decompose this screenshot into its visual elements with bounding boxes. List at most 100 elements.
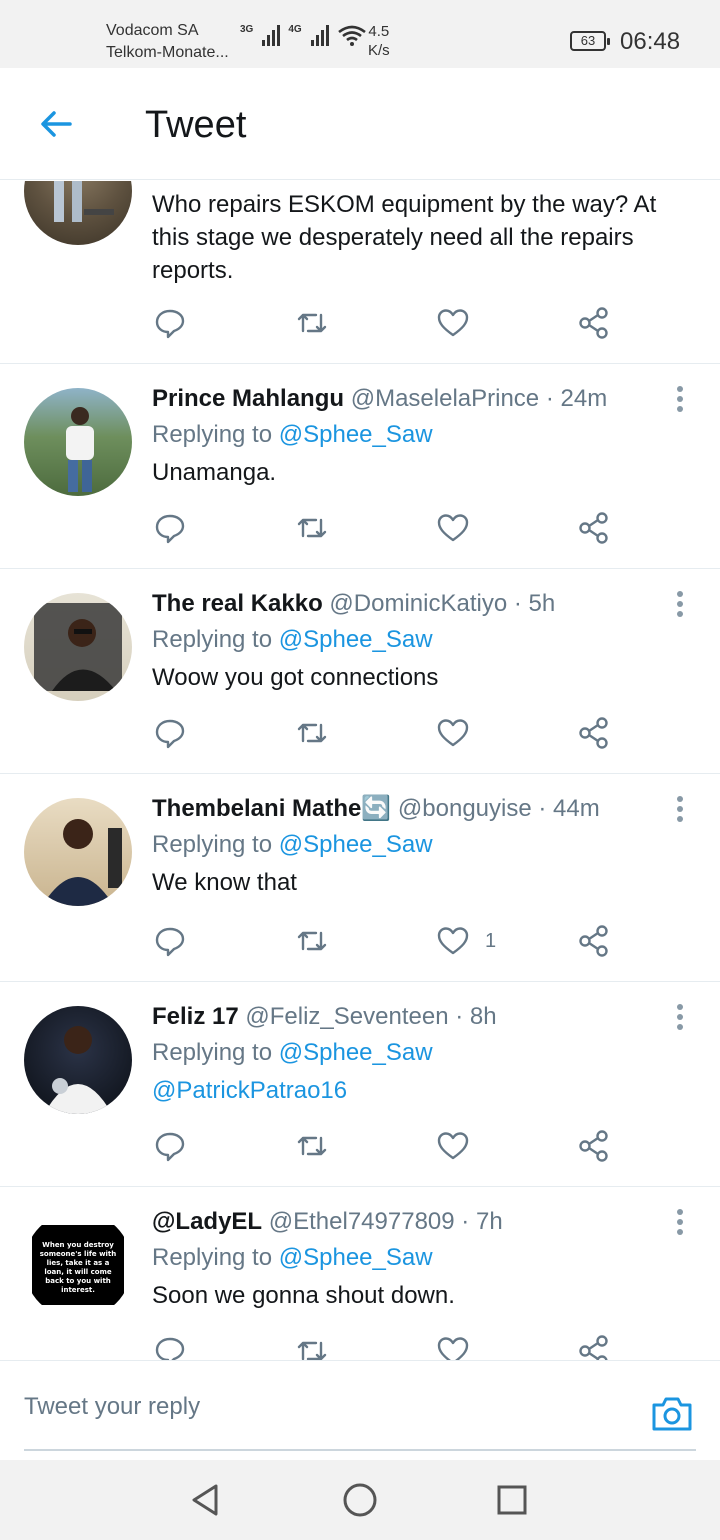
- reply-button[interactable]: [152, 303, 188, 343]
- reply-button[interactable]: [152, 713, 188, 753]
- timestamp: 5h: [528, 590, 556, 617]
- share-button[interactable]: [576, 921, 612, 961]
- timestamp: 8h: [469, 1003, 497, 1030]
- share-button[interactable]: [576, 303, 612, 343]
- retweet-button[interactable]: [294, 508, 330, 548]
- share-button[interactable]: [576, 1331, 612, 1360]
- camera-icon: [652, 1397, 692, 1431]
- reply-input[interactable]: [24, 1383, 624, 1431]
- nav-back-button[interactable]: [186, 1480, 226, 1520]
- retweet-button[interactable]: [294, 713, 330, 753]
- avatar[interactable]: When you destroy someone's life with lie…: [24, 1211, 132, 1319]
- back-button[interactable]: [36, 104, 76, 144]
- tweet-item[interactable]: Prince Mahlangu @MaselelaPrince · 24m Re…: [0, 364, 720, 569]
- avatar[interactable]: [24, 181, 132, 245]
- more-options-button[interactable]: [674, 1004, 686, 1032]
- like-button[interactable]: [435, 1126, 471, 1166]
- back-triangle-icon: [192, 1484, 218, 1516]
- like-icon: [437, 927, 469, 955]
- tweet-mention-link[interactable]: @PatrickPatrao16: [152, 1074, 660, 1107]
- tweet-item[interactable]: The real Kakko @DominicKatiyo · 5h Reply…: [0, 569, 720, 774]
- speed-unit: K/s: [368, 42, 390, 59]
- mention-link[interactable]: @Sphee_Saw: [279, 421, 433, 448]
- signal-bars-icon: [262, 24, 281, 46]
- retweet-button[interactable]: [294, 303, 330, 343]
- reply-button[interactable]: [152, 1126, 188, 1166]
- reply-button[interactable]: [152, 1331, 188, 1360]
- author-handle[interactable]: @DominicKatiyo: [329, 590, 507, 617]
- like-button[interactable]: [435, 713, 471, 753]
- like-button[interactable]: 1: [435, 921, 496, 961]
- author-handle[interactable]: @Ethel74977809: [269, 1208, 455, 1235]
- mention-link[interactable]: @Sphee_Saw: [279, 626, 433, 653]
- avatar[interactable]: [24, 593, 132, 701]
- share-button[interactable]: [576, 508, 612, 548]
- like-icon: [437, 1132, 469, 1160]
- clock: 06:48: [620, 28, 681, 55]
- like-button[interactable]: [435, 1331, 471, 1360]
- tweet-item[interactable]: Thembelani Mathe🔄 @bonguyise · 44m Reply…: [0, 774, 720, 982]
- author-name[interactable]: Thembelani Mathe🔄: [152, 795, 391, 822]
- tweet-text: Soon we gonna shout down.: [152, 1282, 455, 1309]
- tweet-item[interactable]: Who repairs ESKOM equipment by the way? …: [0, 181, 720, 364]
- retweet-button[interactable]: [294, 1126, 330, 1166]
- more-options-button[interactable]: [674, 1209, 686, 1237]
- like-button[interactable]: [435, 303, 471, 343]
- camera-button[interactable]: [650, 1391, 694, 1435]
- author-name[interactable]: Prince Mahlangu: [152, 385, 344, 412]
- like-count: 1: [485, 929, 497, 952]
- author-handle[interactable]: @bonguyise: [398, 795, 532, 822]
- like-button[interactable]: [435, 508, 471, 548]
- tweet-text: Woow you got connections: [152, 664, 439, 691]
- tweet-item[interactable]: When you destroy someone's life with lie…: [0, 1187, 720, 1360]
- retweet-icon: [297, 931, 327, 951]
- retweet-button[interactable]: [294, 921, 330, 961]
- author-handle[interactable]: @Feliz_Seventeen: [245, 1003, 448, 1030]
- retweet-button[interactable]: [294, 1331, 330, 1360]
- retweet-icon: [297, 313, 327, 333]
- avatar-photo: [54, 181, 114, 222]
- avatar[interactable]: [24, 798, 132, 906]
- avatar[interactable]: [24, 388, 132, 496]
- replying-to-label: Replying to: [152, 1244, 273, 1271]
- reply-icon: [155, 514, 185, 544]
- retweet-icon: [297, 518, 327, 538]
- more-options-button[interactable]: [674, 591, 686, 619]
- author-name[interactable]: @LadyEL: [152, 1208, 262, 1235]
- tweet-actions: [152, 508, 622, 548]
- share-icon: [579, 925, 608, 957]
- network-type-3g: 3G: [240, 24, 254, 35]
- like-icon: [437, 719, 469, 747]
- replying-to-label: Replying to: [152, 421, 273, 448]
- battery-icon: 63: [570, 31, 610, 51]
- tweet-header: The real Kakko @DominicKatiyo · 5h: [152, 588, 660, 620]
- signal-bars-icon: [310, 24, 329, 46]
- share-button[interactable]: [576, 1126, 612, 1166]
- avatar-photo: [66, 407, 94, 492]
- nav-home-button[interactable]: [340, 1480, 380, 1520]
- replying-to: Replying to @Sphee_Saw: [152, 624, 660, 656]
- mention-link[interactable]: @Sphee_Saw: [279, 831, 433, 858]
- share-button[interactable]: [576, 713, 612, 753]
- reply-icon: [155, 719, 185, 749]
- mention-link[interactable]: @Sphee_Saw: [279, 1244, 433, 1271]
- separator-dot: ·: [461, 1208, 470, 1235]
- author-name[interactable]: The real Kakko: [152, 590, 323, 617]
- status-bar: Vodacom SA Telkom-Monate... 3G 4G 4.5 K/…: [0, 0, 720, 68]
- replying-to: Replying to @Sphee_Saw: [152, 1242, 660, 1274]
- more-options-button[interactable]: [674, 796, 686, 824]
- tweet-item[interactable]: Feliz 17 @Feliz_Seventeen · 8h Replying …: [0, 982, 720, 1187]
- tweet-feed[interactable]: Who repairs ESKOM equipment by the way? …: [0, 181, 720, 1360]
- author-name[interactable]: Feliz 17: [152, 1003, 239, 1030]
- avatar[interactable]: [24, 1006, 132, 1114]
- author-handle[interactable]: @MaselelaPrince: [351, 385, 539, 412]
- speed-value: 4.5: [368, 23, 390, 40]
- more-options-button[interactable]: [674, 386, 686, 414]
- reply-button[interactable]: [152, 508, 188, 548]
- nav-recents-button[interactable]: [492, 1480, 532, 1520]
- mention-link[interactable]: @Sphee_Saw: [279, 1039, 433, 1066]
- tweet-actions: [152, 1126, 622, 1166]
- like-icon: [437, 309, 469, 337]
- reply-button[interactable]: [152, 921, 188, 961]
- timestamp: 24m: [560, 385, 608, 412]
